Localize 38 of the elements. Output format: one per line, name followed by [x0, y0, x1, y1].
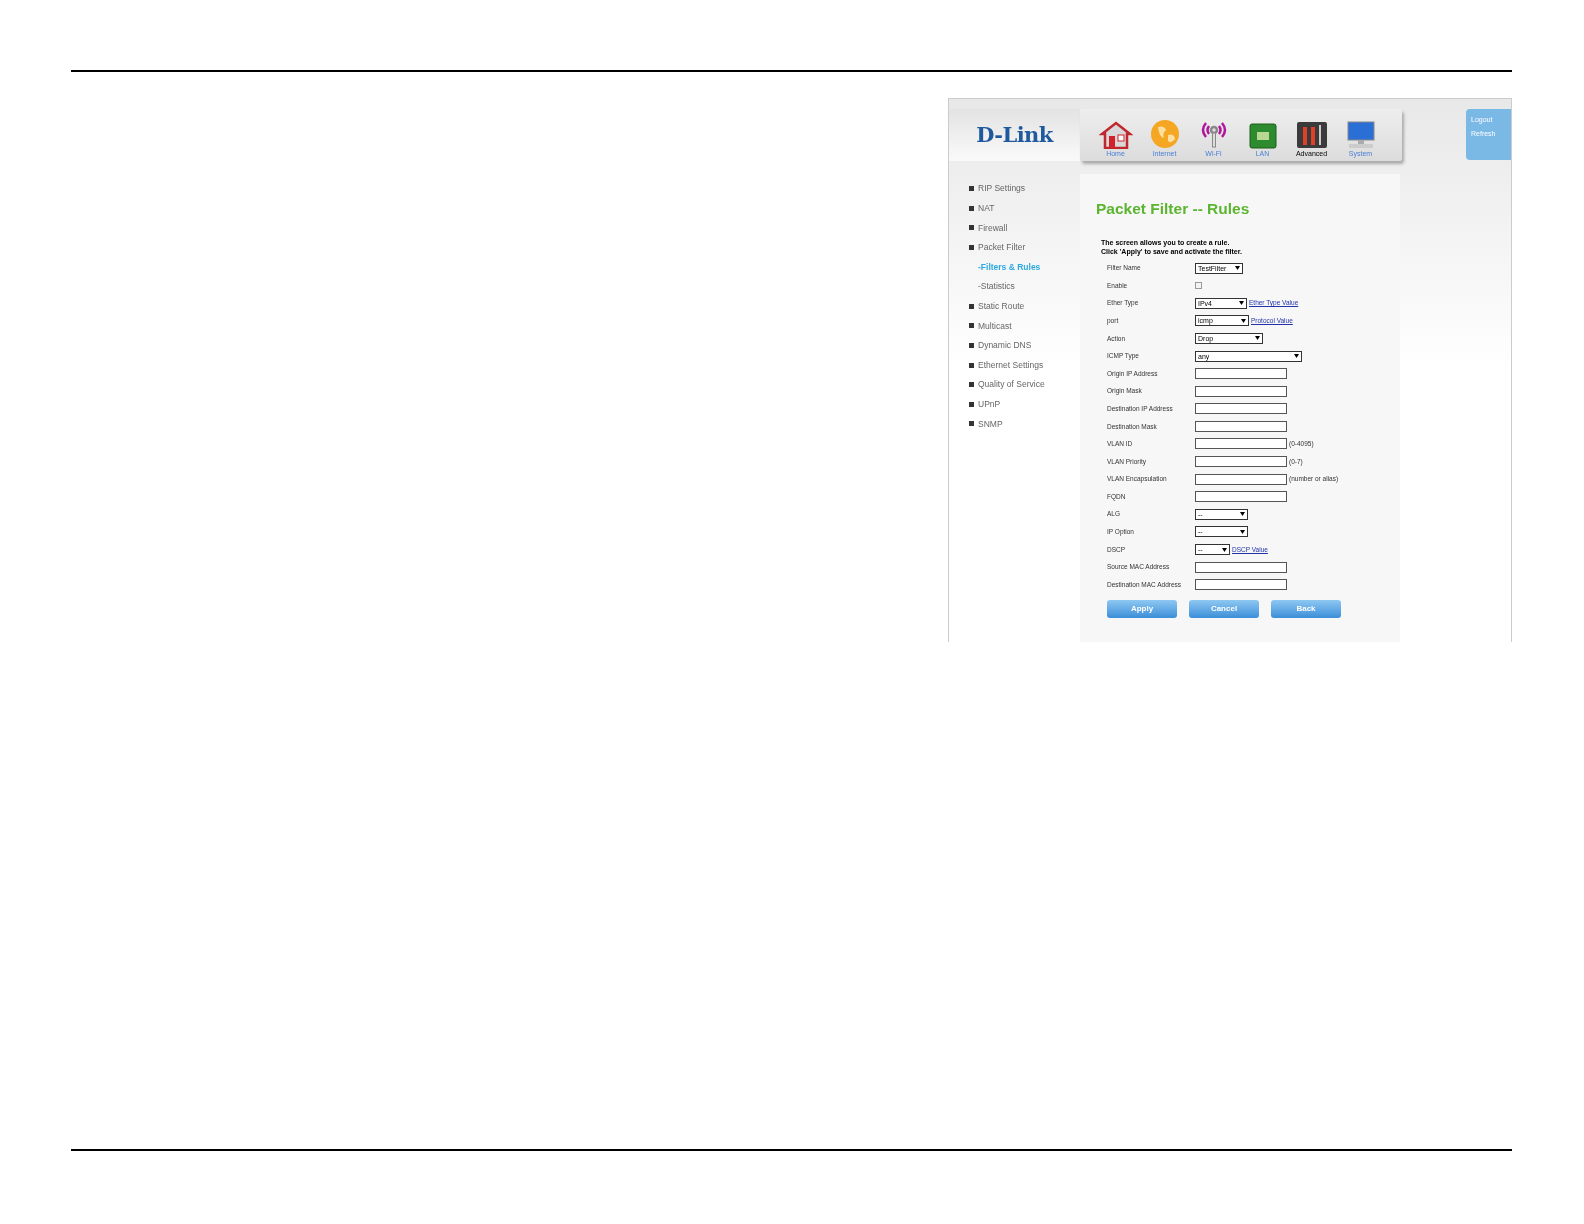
tools-icon	[1295, 120, 1328, 149]
input-field[interactable]	[1195, 491, 1287, 503]
sidebar-item[interactable]: Dynamic DNS	[969, 335, 1080, 356]
input-field[interactable]	[1195, 368, 1287, 380]
sidebar-item[interactable]: Multicast	[969, 316, 1080, 336]
input-field[interactable]	[1195, 420, 1287, 432]
input-field[interactable]	[1195, 438, 1287, 450]
sidebar-item[interactable]: Firewall	[969, 218, 1080, 238]
sidebar-item[interactable]: Packet Filter	[969, 237, 1080, 258]
checkbox[interactable]	[1195, 282, 1202, 290]
caret-icon	[1294, 354, 1299, 358]
caret-icon	[1241, 318, 1246, 323]
input-field[interactable]	[1195, 561, 1287, 573]
sidebar-item[interactable]: SNMP	[969, 414, 1080, 434]
page-title: Packet Filter -- Rules	[1096, 199, 1251, 219]
caret-icon	[1239, 301, 1244, 306]
logo: D-Link	[976, 121, 1053, 150]
input-field[interactable]	[1195, 579, 1287, 591]
caret-icon	[1222, 547, 1227, 552]
house-icon	[1098, 120, 1133, 149]
sidebar-item[interactable]: Static Route	[969, 296, 1080, 317]
monitor-icon	[1345, 120, 1376, 149]
sidebar-subitem[interactable]: -Statistics	[969, 276, 1080, 297]
input-field[interactable]	[1195, 385, 1287, 397]
sidebar-item[interactable]: NAT	[969, 198, 1080, 219]
globe-icon	[1149, 118, 1180, 149]
input-field[interactable]	[1195, 456, 1287, 468]
caret-icon	[1255, 336, 1260, 341]
sidebar-item[interactable]: Ethernet Settings	[969, 355, 1080, 375]
network-port-icon	[1248, 122, 1277, 149]
input-field[interactable]	[1195, 403, 1287, 415]
caret-icon	[1235, 266, 1240, 271]
sidebar-item[interactable]: UPnP	[969, 394, 1080, 415]
sidebar-item[interactable]: Quality of Service	[969, 374, 1080, 395]
sidebar-item[interactable]: RIP Settings	[969, 179, 1080, 199]
input-field[interactable]	[1195, 473, 1287, 485]
caret-icon	[1240, 529, 1245, 534]
caret-icon	[1240, 512, 1245, 517]
